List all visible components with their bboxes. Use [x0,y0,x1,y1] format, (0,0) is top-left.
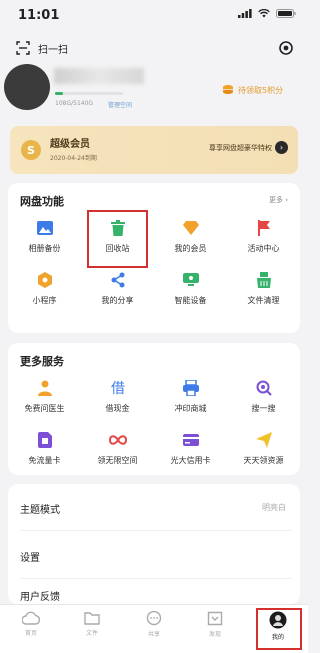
disk-features-card: 网盘功能 更多 › 相册备份 回收站 我的会员 活动中心 小程序 我的分享 智能… [8,183,300,333]
service-daily-resources[interactable]: 天天领资源 [227,425,300,477]
row-settings[interactable]: 设置 [8,540,300,572]
coin-stack-icon [223,85,233,94]
service-unlimited-space[interactable]: 领无限空间 [81,425,154,477]
doctor-icon [36,379,54,397]
status-bar: 11:01 [0,0,308,28]
service-data-card[interactable]: 免流量卡 [8,425,81,477]
section-title: 网盘功能 [20,195,64,208]
feature-my-share[interactable]: 我的分享 [81,265,154,317]
feature-mini-program[interactable]: 小程序 [8,265,81,317]
vip-title: 超级会员 [50,139,90,150]
photo-backup-icon [36,219,54,237]
feature-my-membership[interactable]: 我的会员 [154,213,227,265]
avatar[interactable] [4,64,50,110]
feature-activity-center[interactable]: 活动中心 [227,213,300,265]
tab-discover[interactable]: 发现 [190,611,240,638]
credit-card-icon [182,431,200,449]
claim-points-label: 待领取5积分 [238,85,284,95]
tab-share[interactable]: 共享 [129,611,179,638]
row-label: 用户反馈 [20,592,60,603]
tab-files[interactable]: 文件 [67,611,117,637]
chat-icon [146,611,162,626]
service-search[interactable]: 搜一搜 [227,373,300,425]
discover-icon [207,611,223,626]
printer-icon [182,379,200,397]
more-services-card: 更多服务 免费问医生 借 借现金 冲印商城 搜一搜 免流量卡 领无限空间 光大信… [8,343,300,475]
username-blurred [54,68,144,84]
more-link[interactable]: 更多 › [269,195,288,205]
vip-badge-icon: S [21,140,41,160]
share-icon [109,271,127,289]
loan-icon: 借 [109,379,127,397]
vip-card[interactable]: S 超级会员 2020-04-24到期 尊享网盘超豪华特权 › [10,126,298,174]
row-label: 设置 [20,553,40,564]
chevron-right-icon: › [275,141,288,154]
vip-promo: 尊享网盘超豪华特权 [209,144,272,152]
feature-photo-backup[interactable]: 相册备份 [8,213,81,265]
row-label: 主题模式 [20,505,60,516]
service-loan[interactable]: 借 借现金 [81,373,154,425]
divider [20,530,292,531]
feature-file-cleanup[interactable]: 文件清理 [227,265,300,317]
paper-plane-icon [255,431,273,449]
row-value: 明亮白 [262,503,286,512]
claim-points-button[interactable]: 待领取5积分 [222,84,283,96]
storage-bar-fill [55,92,63,95]
broom-icon [255,271,273,289]
cloud-icon [22,611,40,625]
storage-bar [55,92,123,95]
search-icon [255,379,273,397]
service-free-doctor[interactable]: 免费问医生 [8,373,81,425]
scan-label: 扫一扫 [38,44,68,56]
storage-text: 108G/5140G [55,100,94,107]
settings-icon[interactable] [278,40,294,56]
folder-icon [84,612,100,625]
hexagon-icon [36,271,54,289]
service-credit-card[interactable]: 光大信用卡 [154,425,227,477]
divider [20,578,292,579]
row-feedback[interactable]: 用户反馈 [8,583,300,603]
flag-icon [255,219,273,237]
service-print-mall[interactable]: 冲印商城 [154,373,227,425]
scan-button[interactable]: 扫一扫 [16,38,68,58]
battery-icon [276,9,296,18]
status-indicators [238,9,296,18]
device-icon [182,271,200,289]
status-time: 11:01 [18,8,60,23]
tab-home[interactable]: 首页 [6,611,56,637]
signal-icon [238,9,252,18]
wifi-icon [258,9,270,18]
row-theme-mode[interactable]: 主题模式 明亮白 [8,492,300,524]
section-title: 更多服务 [20,355,64,368]
svg-text:借: 借 [111,381,125,396]
infinity-icon [108,431,127,449]
diamond-icon [182,219,200,237]
mine-tab-highlight [256,608,302,650]
svg-text:S: S [27,144,35,157]
manage-space-link[interactable]: 管理空间 [108,100,132,109]
scan-icon [16,41,30,55]
feature-smart-devices[interactable]: 智能设备 [154,265,227,317]
vip-expiry: 2020-04-24到期 [50,155,97,162]
more-label: 更多 [268,196,283,204]
recycle-bin-highlight [87,210,148,268]
sim-card-icon [36,431,54,449]
